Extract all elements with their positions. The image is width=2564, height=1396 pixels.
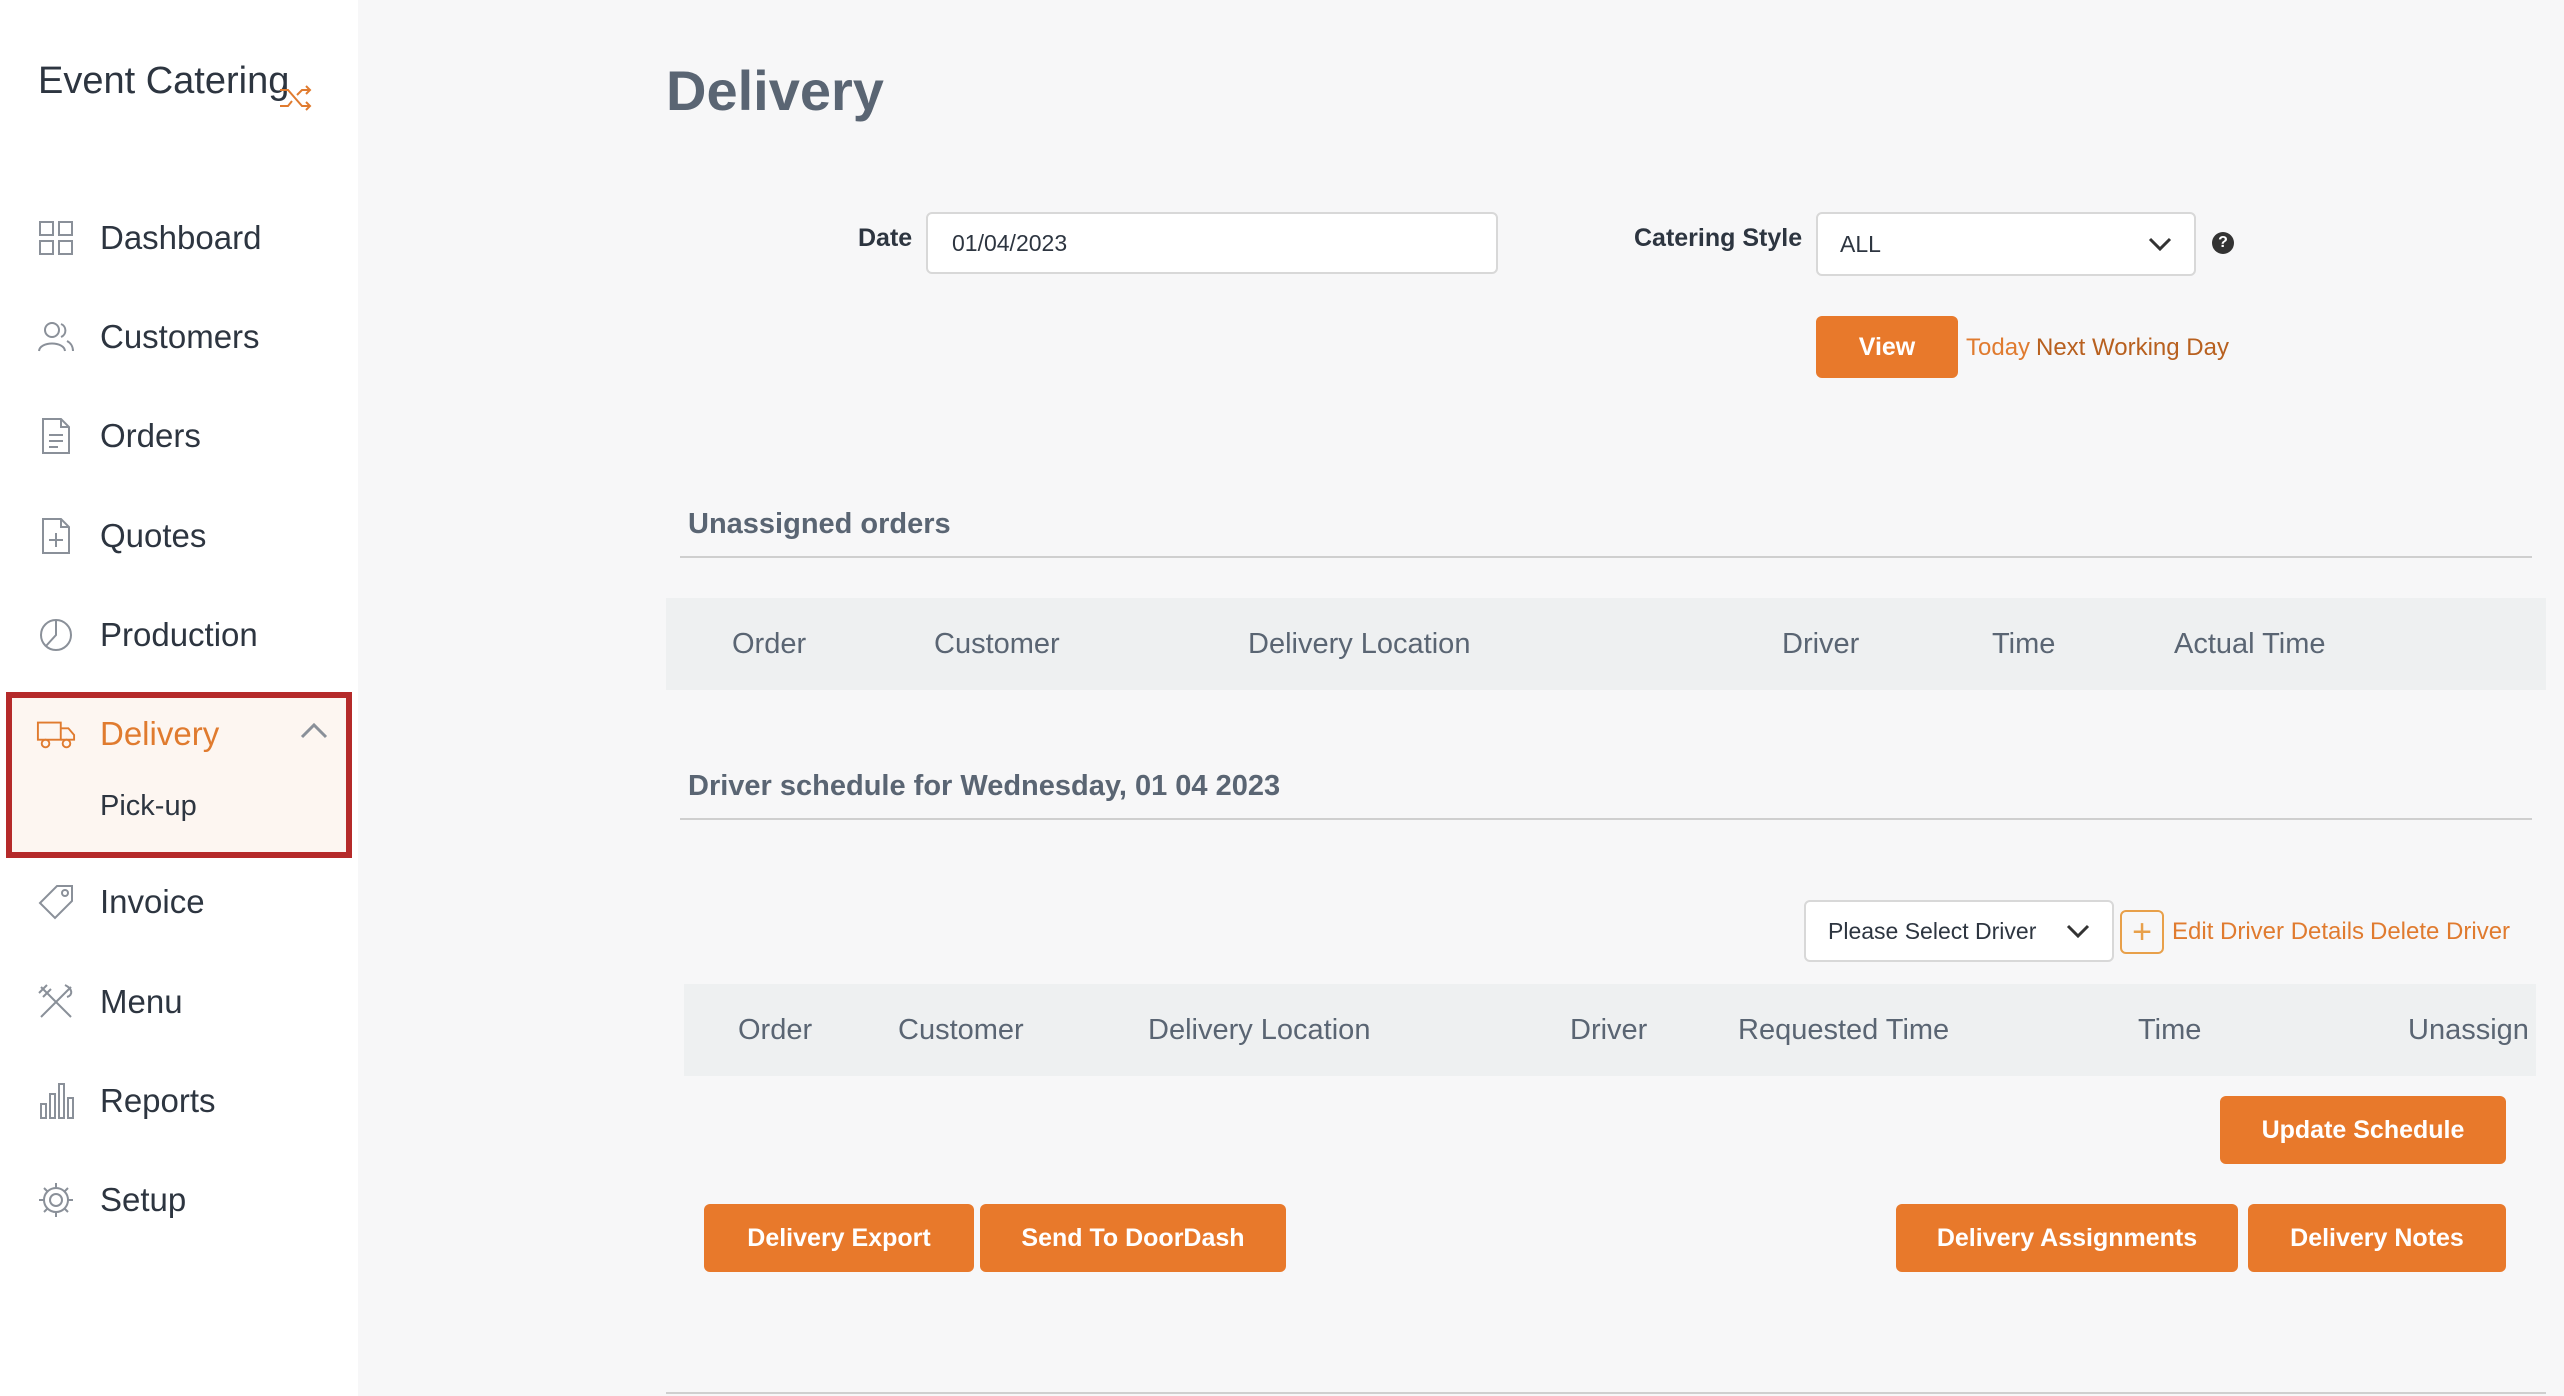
column-header: Unassign xyxy=(2408,1014,2529,1046)
schedule-table-header: Order Customer Delivery Location Driver … xyxy=(684,984,2536,1076)
sidebar-item-quotes[interactable]: Quotes xyxy=(36,506,336,566)
delivery-assignments-button[interactable]: Delivery Assignments xyxy=(1896,1204,2238,1272)
chevron-up-icon[interactable] xyxy=(300,722,328,740)
unassigned-orders-title: Unassigned orders xyxy=(688,508,951,540)
column-header: Actual Time xyxy=(2174,628,2326,660)
truck-icon xyxy=(36,714,76,754)
sidebar-item-menu[interactable]: Menu xyxy=(36,972,336,1032)
chevron-down-icon xyxy=(2148,237,2172,251)
sidebar-item-label: Customers xyxy=(100,318,260,355)
sidebar-item-label: Orders xyxy=(100,417,201,454)
sidebar-item-production[interactable]: Production xyxy=(36,605,336,665)
users-icon xyxy=(36,317,76,357)
column-header: Time xyxy=(2138,1014,2202,1046)
sidebar-item-label: Dashboard xyxy=(100,219,262,256)
edit-driver-link[interactable]: Edit Driver Details xyxy=(2172,918,2364,946)
today-link[interactable]: Today xyxy=(1966,334,2030,362)
divider xyxy=(680,818,2532,820)
column-header: Delivery Location xyxy=(1248,628,1471,660)
divider xyxy=(666,1392,2546,1394)
view-button[interactable]: View xyxy=(1816,316,1958,378)
catering-style-value: ALL xyxy=(1840,230,1881,257)
page-title: Delivery xyxy=(666,59,884,122)
sidebar-subitem-pickup[interactable]: Pick-up xyxy=(100,790,197,823)
sidebar: Event Catering Dashboard Customers Order… xyxy=(0,0,358,1396)
sidebar-item-orders[interactable]: Orders xyxy=(36,406,336,466)
delete-driver-link[interactable]: Delete Driver xyxy=(2370,918,2510,946)
sidebar-item-reports[interactable]: Reports xyxy=(36,1071,336,1131)
date-label: Date xyxy=(858,224,913,252)
update-schedule-button[interactable]: Update Schedule xyxy=(2220,1096,2506,1164)
utensils-icon xyxy=(36,982,76,1022)
shuffle-icon[interactable] xyxy=(278,84,314,112)
sidebar-item-label: Setup xyxy=(100,1181,187,1218)
bar-chart-icon xyxy=(36,1081,76,1121)
column-header: Driver xyxy=(1570,1014,1648,1046)
catering-style-select[interactable]: ALL xyxy=(1816,212,2196,276)
driver-select[interactable]: Please Select Driver xyxy=(1804,900,2114,962)
tag-icon xyxy=(36,882,76,922)
next-working-day-link[interactable]: Next Working Day xyxy=(2036,334,2229,362)
sidebar-item-delivery[interactable]: Delivery xyxy=(36,704,336,764)
catering-style-label: Catering Style xyxy=(1634,224,1803,252)
help-icon[interactable]: ? xyxy=(2212,232,2234,254)
sidebar-item-dashboard[interactable]: Dashboard xyxy=(36,208,336,268)
sidebar-item-label: Quotes xyxy=(100,517,207,554)
column-header: Time xyxy=(1992,628,2056,660)
sidebar-item-setup[interactable]: Setup xyxy=(36,1170,336,1230)
brand-title: Event Catering xyxy=(38,60,290,102)
column-header: Delivery Location xyxy=(1148,1014,1371,1046)
document-plus-icon xyxy=(36,516,76,556)
column-header: Customer xyxy=(898,1014,1024,1046)
column-header: Requested Time xyxy=(1738,1014,1950,1046)
divider xyxy=(680,556,2532,558)
column-header: Customer xyxy=(934,628,1060,660)
sidebar-item-label: Production xyxy=(100,616,258,653)
sidebar-item-customers[interactable]: Customers xyxy=(36,307,336,367)
add-driver-icon[interactable]: + xyxy=(2120,910,2164,954)
sidebar-item-label: Reports xyxy=(100,1082,216,1119)
gear-icon xyxy=(36,1180,76,1220)
driver-schedule-title: Driver schedule for Wednesday, 01 04 202… xyxy=(688,770,1281,802)
sidebar-item-label: Invoice xyxy=(100,883,205,920)
pie-chart-icon xyxy=(36,615,76,655)
delivery-notes-button[interactable]: Delivery Notes xyxy=(2248,1204,2506,1272)
sidebar-item-label: Delivery xyxy=(100,715,220,752)
column-header: Order xyxy=(738,1014,813,1046)
unassigned-table-header: Order Customer Delivery Location Driver … xyxy=(666,598,2546,690)
sidebar-item-invoice[interactable]: Invoice xyxy=(36,872,336,932)
chevron-down-icon xyxy=(2066,924,2090,938)
column-header: Order xyxy=(732,628,807,660)
document-icon xyxy=(36,416,76,456)
sidebar-item-label: Menu xyxy=(100,983,183,1020)
send-to-doordash-button[interactable]: Send To DoorDash xyxy=(980,1204,1286,1272)
delivery-export-button[interactable]: Delivery Export xyxy=(704,1204,974,1272)
driver-select-value: Please Select Driver xyxy=(1828,917,2037,944)
dashboard-grid-icon xyxy=(36,218,76,258)
column-header: Driver xyxy=(1782,628,1860,660)
date-input[interactable]: 01/04/2023 xyxy=(926,212,1498,274)
